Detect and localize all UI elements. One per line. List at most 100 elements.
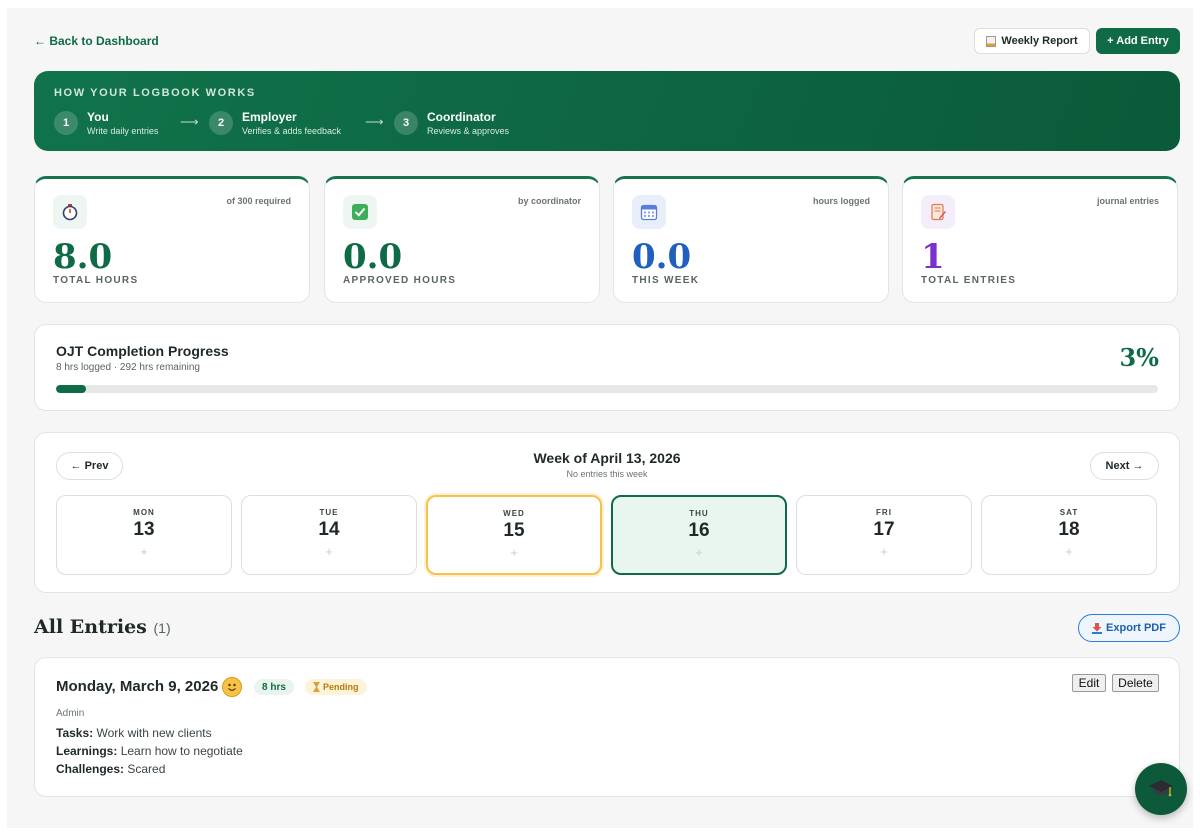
next-week-button[interactable]: Next → [1090,452,1159,480]
stat-label: TOTAL HOURS [53,275,139,286]
challenges-label: Challenges: [56,762,125,776]
entry-tasks: Tasks: Work with new clients [56,726,212,740]
smiling-face-icon [222,677,242,697]
week-calendar-card: ← Prev Week of April 13, 2026 No entries… [34,432,1180,593]
weekly-report-label: Weekly Report [1001,35,1078,47]
day-cell-fri[interactable]: FRI 17 + [796,495,972,575]
stat-card-this-week: hours logged 0.0 THIS WEEK [613,176,889,303]
learnings-label: Learnings: [56,744,118,758]
entry-card: Monday, March 9, 2026 8 hrs Pending Edit… [34,657,1180,797]
back-to-dashboard-link[interactable]: ← Back to Dashboard [34,34,159,48]
export-pdf-label: Export PDF [1106,622,1166,634]
workflow-step-coordinator: 3 Coordinator Reviews & approves [394,110,509,136]
logbook-workflow-banner: HOW YOUR LOGBOOK WORKS 1 You Write daily… [34,71,1180,151]
day-cell-wed[interactable]: WED 15 + [426,495,602,575]
day-cell-mon[interactable]: MON 13 + [56,495,232,575]
entry-learnings: Learnings: Learn how to negotiate [56,744,243,758]
stat-label: THIS WEEK [632,275,700,286]
day-name: SAT [1059,508,1079,517]
add-icon: + [325,544,333,559]
add-icon: + [880,544,888,559]
hourglass-icon [313,682,320,692]
calendar-icon [632,195,666,229]
report-chart-icon [986,35,997,47]
day-number: 14 [318,519,340,540]
step-description: Verifies & adds feedback [242,126,342,136]
weekly-report-button[interactable]: Weekly Report [974,28,1090,54]
progress-percent: 3% [1119,343,1159,372]
day-cell-thu[interactable]: THU 16 + [611,495,787,575]
step-description: Write daily entries [87,126,159,136]
stat-value: 8.0 [53,237,113,277]
add-entry-button[interactable]: + Add Entry [1096,28,1180,54]
add-icon: + [1065,544,1073,559]
download-icon [1092,622,1103,634]
stat-caption: hours logged [813,196,870,206]
add-icon: + [510,545,518,560]
day-cell-sat[interactable]: SAT 18 + [981,495,1157,575]
hours-badge: 8 hrs [254,679,294,695]
stat-value: 0.0 [343,237,403,277]
stat-caption: by coordinator [517,196,581,206]
stat-label: TOTAL ENTRIES [921,275,1017,286]
export-pdf-button[interactable]: Export PDF [1078,614,1180,642]
day-name: MON [133,508,155,517]
entry-author: Admin [56,708,85,719]
step-number: 2 [209,111,233,135]
stat-label: APPROVED HOURS [343,275,457,286]
tasks-text: Work with new clients [96,726,212,740]
stat-card-total-entries: journal entries 1 TOTAL ENTRIES [902,176,1178,303]
step-name: Coordinator [427,110,496,124]
stopwatch-icon [53,195,87,229]
delete-entry-button[interactable]: Delete [1112,674,1159,692]
day-name: THU [689,509,709,518]
week-subtitle: No entries this week [566,469,648,479]
workflow-step-employer: 2 Employer Verifies & adds feedback [209,110,341,136]
step-arrow-icon: ⟶ [180,114,199,129]
all-entries-heading: All Entries (1) [34,616,171,638]
stat-card-approved-hours: by coordinator 0.0 APPROVED HOURS [324,176,600,303]
edit-entry-button[interactable]: Edit [1072,674,1106,692]
assistant-fab-button[interactable] [1135,763,1187,815]
challenges-text: Scared [127,762,166,776]
step-number: 3 [394,111,418,135]
journal-icon [921,195,955,229]
entry-date: Monday, March 9, 2026 [56,678,219,695]
day-name: TUE [319,508,339,517]
learnings-text: Learn how to negotiate [120,744,243,758]
step-name: Employer [242,110,297,124]
status-label: Pending [323,682,359,692]
stat-caption: of 300 required [226,196,291,206]
step-number: 1 [54,111,78,135]
entry-challenges: Challenges: Scared [56,762,165,776]
stat-card-total-hours: of 300 required 8.0 TOTAL HOURS [34,176,310,303]
day-number: 16 [688,520,710,541]
stat-value: 1 [921,237,945,277]
stat-value: 0.0 [632,237,692,277]
day-number: 18 [1058,519,1080,540]
status-badge: Pending [305,679,367,695]
graduation-cap-icon [1149,780,1173,797]
entries-count: (1) [153,620,171,636]
day-name: FRI [876,508,892,517]
progress-title: OJT Completion Progress [56,343,229,359]
day-number: 15 [503,520,525,541]
day-name: WED [503,509,525,518]
add-icon: + [140,544,148,559]
entries-heading-text: All Entries [34,616,147,638]
stat-caption: journal entries [1096,196,1159,206]
banner-title: HOW YOUR LOGBOOK WORKS [54,87,256,99]
day-number: 17 [873,519,895,540]
week-title: Week of April 13, 2026 [533,450,681,466]
step-arrow-icon: ⟶ [365,114,384,129]
step-name: You [87,110,109,124]
day-cell-tue[interactable]: TUE 14 + [241,495,417,575]
check-box-icon [343,195,377,229]
progress-subtitle: 8 hrs logged · 292 hrs remaining [56,362,200,373]
progress-fill [56,385,86,393]
progress-track [56,385,1158,393]
tasks-label: Tasks: [56,726,94,740]
step-description: Reviews & approves [427,126,510,136]
day-number: 13 [133,519,155,540]
top-bar: ← Back to Dashboard Weekly Report + Add … [34,28,1180,54]
